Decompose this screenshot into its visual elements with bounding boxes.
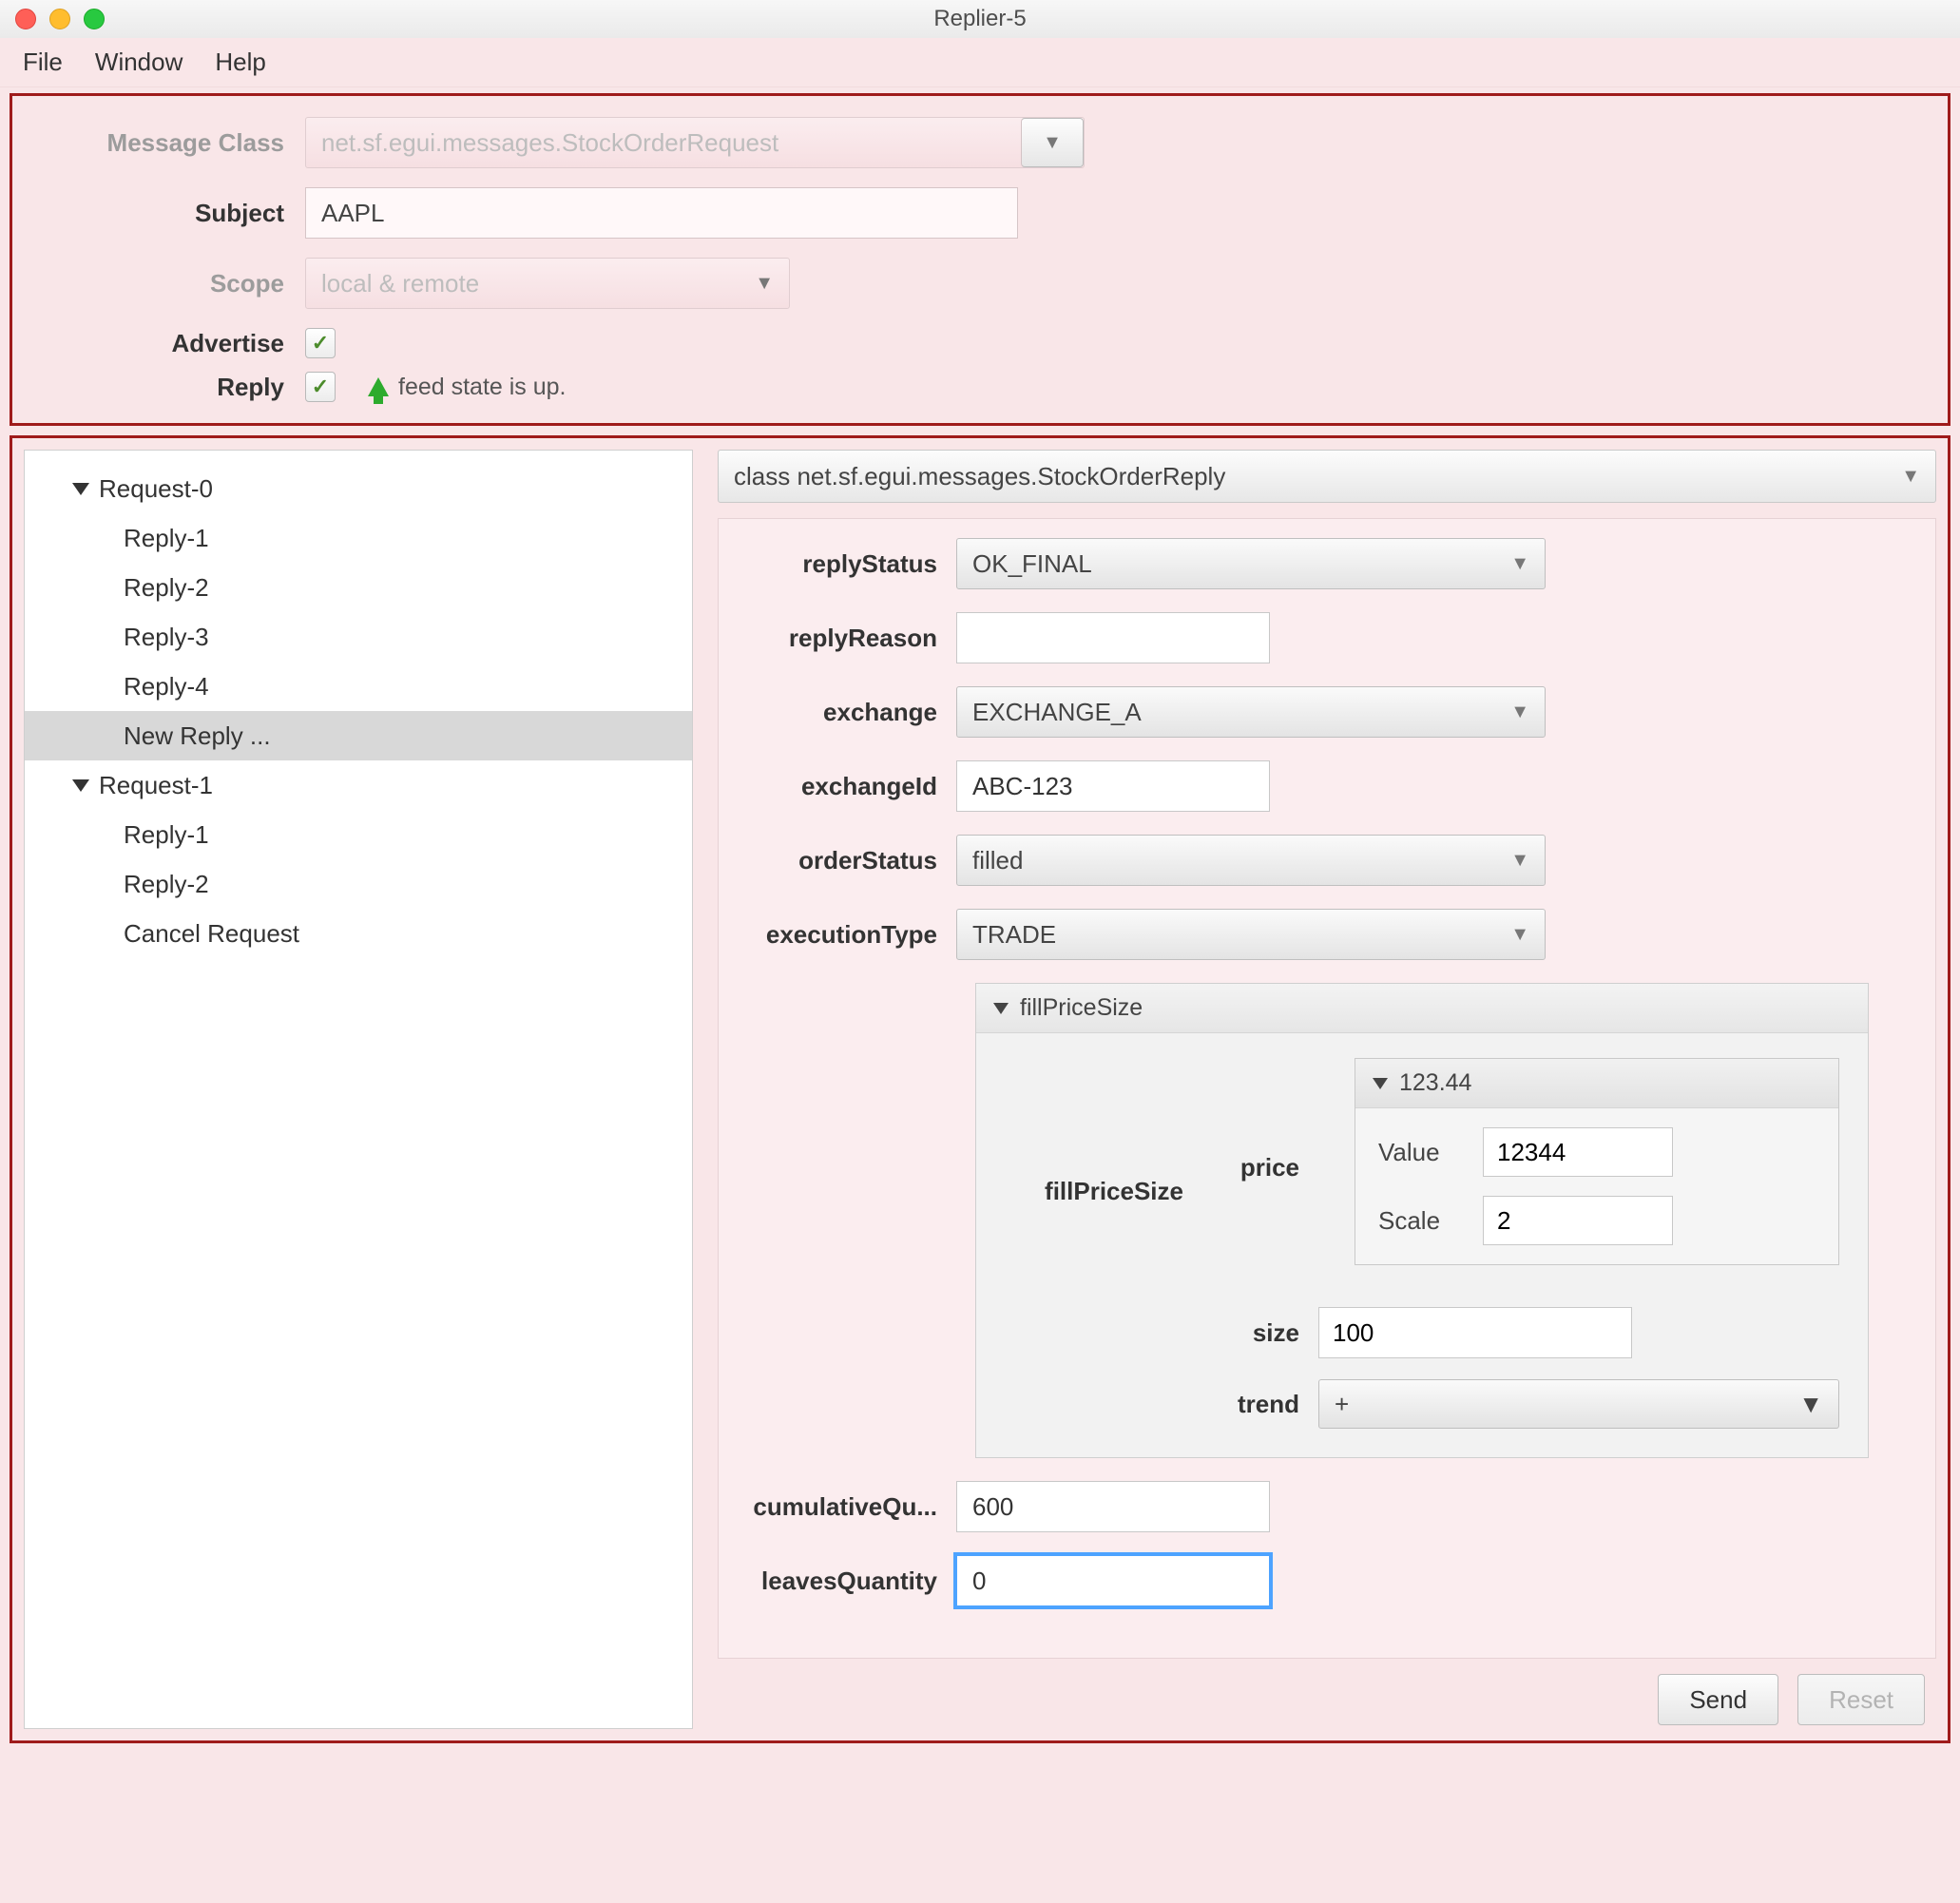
menu-help[interactable]: Help [215, 48, 265, 77]
feed-state-text: feed state is up. [398, 374, 567, 401]
chevron-down-icon: ▼ [1510, 702, 1529, 723]
footer: Send Reset [718, 1659, 1936, 1729]
chevron-down-icon: ▼ [1510, 850, 1529, 872]
tree-node-request-1[interactable]: Request-1 [25, 760, 692, 810]
tree-node-reply[interactable]: Reply-2 [25, 563, 692, 612]
bottom-frame: Request-0 Reply-1 Reply-2 Reply-3 Reply-… [10, 435, 1950, 1743]
price-header[interactable]: 123.44 [1355, 1059, 1838, 1108]
detail-panel: class net.sf.egui.messages.StockOrderRep… [718, 450, 1936, 1729]
price-scale-label: Scale [1378, 1206, 1483, 1236]
reply-status-label: replyStatus [738, 549, 956, 579]
exchange-label: exchange [738, 698, 956, 727]
subject-input[interactable] [305, 187, 1018, 239]
menu-window[interactable]: Window [95, 48, 183, 77]
fill-price-size-label: fillPriceSize [1005, 1058, 1204, 1324]
fill-price-size-group: fillPriceSize fillPriceSize price 123.44 [975, 983, 1869, 1458]
class-select-value: class net.sf.egui.messages.StockOrderRep… [734, 462, 1225, 491]
tree-node-new-reply[interactable]: New Reply ... [25, 711, 692, 760]
trend-label: trend [1204, 1390, 1318, 1419]
chevron-down-icon: ▼ [1901, 466, 1920, 488]
menu-file[interactable]: File [23, 48, 63, 77]
message-class-value: net.sf.egui.messages.StockOrderRequest [306, 128, 1021, 158]
tree-node-reply[interactable]: Reply-1 [25, 513, 692, 563]
reply-reason-label: replyReason [738, 624, 956, 653]
tree-node-reply[interactable]: Reply-2 [25, 859, 692, 909]
price-value-label: Value [1378, 1138, 1483, 1167]
window-title: Replier-5 [0, 6, 1960, 32]
chevron-down-icon [1373, 1078, 1388, 1089]
top-frame: Message Class net.sf.egui.messages.Stock… [10, 93, 1950, 426]
message-class-select: net.sf.egui.messages.StockOrderRequest ▼ [305, 117, 1085, 168]
price-value-input[interactable] [1483, 1127, 1673, 1177]
exchange-select[interactable]: EXCHANGE_A▼ [956, 686, 1546, 738]
size-input[interactable] [1318, 1307, 1632, 1358]
request-tree[interactable]: Request-0 Reply-1 Reply-2 Reply-3 Reply-… [25, 451, 692, 958]
subject-label: Subject [39, 199, 305, 228]
fill-price-size-header[interactable]: fillPriceSize [976, 984, 1868, 1033]
chevron-down-icon: ▼ [1798, 1390, 1823, 1419]
tree-node-request-0[interactable]: Request-0 [25, 464, 692, 513]
tree-node-reply[interactable]: Reply-1 [25, 810, 692, 859]
advertise-label: Advertise [39, 329, 305, 358]
scope-select: local & remote ▼ [305, 258, 790, 309]
chevron-down-icon [993, 1003, 1009, 1014]
advertise-checkbox[interactable]: ✓ [305, 328, 336, 358]
tree-panel: Request-0 Reply-1 Reply-2 Reply-3 Reply-… [24, 450, 693, 1729]
chevron-down-icon [72, 483, 89, 495]
price-label: price [1204, 1153, 1318, 1182]
cumulative-quantity-input[interactable] [956, 1481, 1270, 1532]
order-status-label: orderStatus [738, 846, 956, 875]
cumulative-quantity-label: cumulativeQu... [738, 1492, 956, 1522]
chevron-down-icon: ▼ [1510, 924, 1529, 946]
trend-select[interactable]: +▼ [1318, 1379, 1839, 1429]
size-label: size [1204, 1318, 1318, 1348]
scope-label: Scope [39, 269, 305, 298]
tree-node-reply[interactable]: Reply-3 [25, 612, 692, 662]
titlebar: Replier-5 [0, 0, 1960, 38]
order-status-select[interactable]: filled▼ [956, 835, 1546, 886]
detail-body: replyStatus OK_FINAL▼ replyReason exchan… [718, 518, 1936, 1659]
reset-button: Reset [1797, 1674, 1925, 1725]
scope-value: local & remote [321, 269, 479, 298]
reply-reason-input[interactable] [956, 612, 1270, 663]
message-class-dropdown-button: ▼ [1021, 118, 1084, 167]
price-scale-input[interactable] [1483, 1196, 1673, 1245]
chevron-down-icon: ▼ [755, 273, 774, 295]
menubar: File Window Help [0, 38, 1960, 87]
chevron-down-icon: ▼ [1510, 553, 1529, 575]
leaves-quantity-input[interactable] [956, 1555, 1270, 1606]
reply-status-select[interactable]: OK_FINAL▼ [956, 538, 1546, 589]
tree-node-reply[interactable]: Reply-4 [25, 662, 692, 711]
arrow-up-icon [368, 377, 389, 396]
class-select[interactable]: class net.sf.egui.messages.StockOrderRep… [718, 450, 1936, 503]
exchange-id-input[interactable] [956, 760, 1270, 812]
feed-state: feed state is up. [368, 374, 567, 401]
reply-checkbox[interactable]: ✓ [305, 372, 336, 402]
message-class-label: Message Class [39, 128, 305, 158]
tree-node-cancel-request[interactable]: Cancel Request [25, 909, 692, 958]
chevron-down-icon [72, 779, 89, 792]
exchange-id-label: exchangeId [738, 772, 956, 801]
leaves-quantity-label: leavesQuantity [738, 1567, 956, 1596]
top-panel: Message Class net.sf.egui.messages.Stock… [12, 96, 1948, 423]
reply-label: Reply [39, 373, 305, 402]
price-subgroup: 123.44 Value Scale [1355, 1058, 1839, 1265]
execution-type-label: executionType [738, 920, 956, 950]
execution-type-select[interactable]: TRADE▼ [956, 909, 1546, 960]
send-button[interactable]: Send [1658, 1674, 1778, 1725]
chevron-down-icon: ▼ [1043, 132, 1062, 154]
